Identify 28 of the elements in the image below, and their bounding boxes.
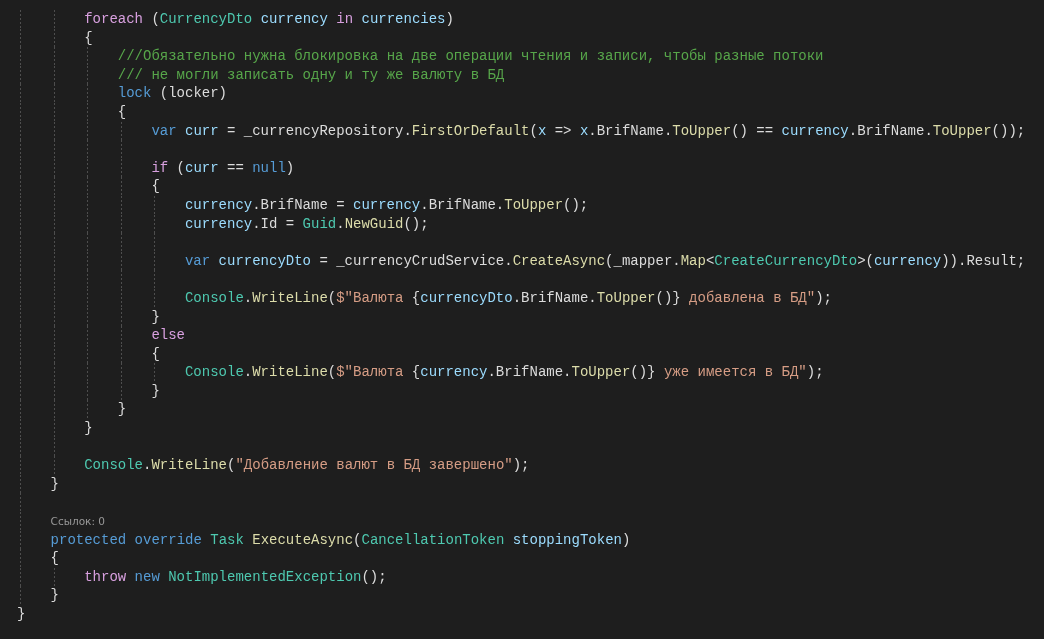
code-line: { (50, 549, 59, 568)
code-line: { (151, 177, 160, 196)
code-line: protected override Task ExecuteAsync(CancellationToken stoppingToken) (50, 530, 631, 550)
code-line: } (50, 474, 59, 494)
code-line: currency.BrifName = currency.BrifName.ToUpper(); (184, 195, 589, 215)
code-line: } (117, 400, 127, 420)
code-line: Console.WriteLine($"Валюта {currencyDto.BrifName.ToUpper()} добавлена в БД"); (184, 288, 832, 308)
code-line: { (84, 28, 93, 48)
code-line: } (151, 307, 160, 327)
code-line: } (151, 381, 160, 401)
code-line: throw new NotImplementedException(); (84, 567, 387, 587)
code-line: Console.WriteLine("Добавление валют в БД завершено"); (84, 456, 530, 475)
reference-count[interactable]: Ссылок: 0 (50, 512, 106, 531)
code-line: } (50, 586, 59, 605)
code-line: { (117, 102, 127, 122)
code-comment: /// не могли записать одну и ту же валюту в БД (117, 65, 505, 85)
code-line: var currencyDto = _currencyCrudService.CreateAsync(_mapper.Map<CreateCurrencyDto>(currency)).Result; (184, 251, 1026, 271)
code-line: if (curr == null) (151, 158, 295, 178)
code-line: foreach (CurrencyDto currency in currencies) (84, 10, 454, 29)
code-line: } (84, 419, 93, 438)
code-line: } (17, 605, 26, 624)
code-line: else (151, 326, 185, 345)
code-line: var curr = _currencyRepository.FirstOrDefault(x => x.BrifName.ToUpper() == currency.BrifName.ToUpper()); (151, 121, 1026, 141)
code-line: Console.WriteLine($"Валюта {currency.BrifName.ToUpper()} уже имеется в БД"); (184, 363, 824, 382)
code-line: lock (locker) (117, 84, 227, 103)
code-comment: ///Обязательно нужна блокировка на две операции чтения и записи, чтобы разные потоки (117, 47, 824, 66)
code-line: currency.Id = Guid.NewGuid(); (184, 214, 429, 234)
code-line: { (151, 344, 160, 364)
